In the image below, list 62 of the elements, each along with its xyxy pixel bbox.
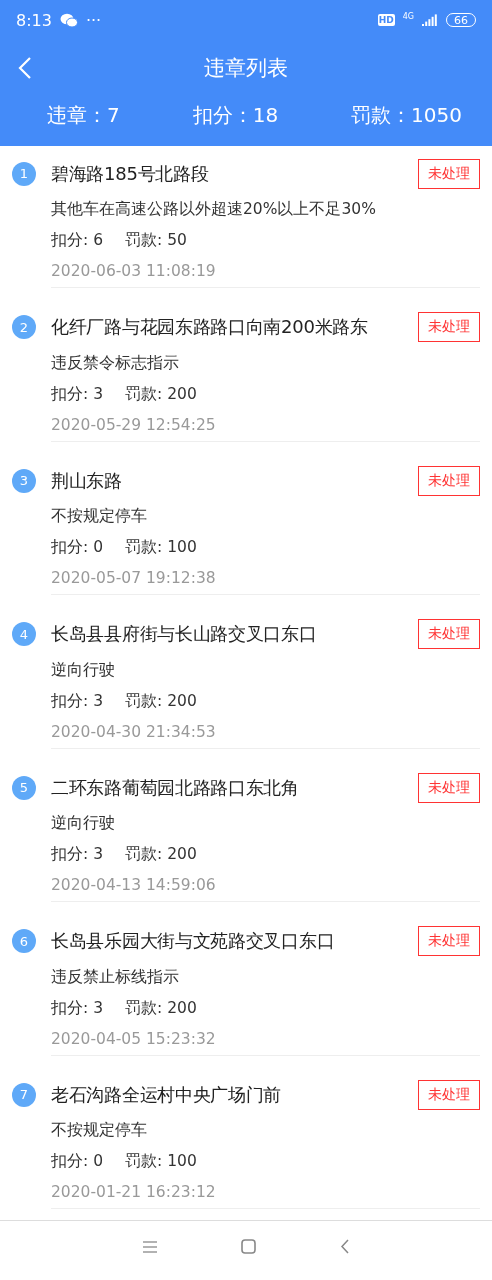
- violation-time: 2020-04-05 15:23:32: [51, 1028, 216, 1050]
- violation-description: 逆向行驶: [51, 659, 115, 681]
- status-tag: 未处理: [418, 312, 480, 343]
- violation-time: 2020-05-29 12:54:25: [51, 414, 216, 436]
- status-tag: 未处理: [418, 1079, 480, 1110]
- points-text: 扣分: 3: [51, 383, 103, 405]
- points-text: 扣分: 0: [51, 537, 103, 559]
- fine-text: 罚款: 50: [125, 230, 187, 252]
- points-text: 扣分: 3: [51, 997, 103, 1019]
- fine-text: 罚款: 200: [125, 844, 197, 866]
- violation-location: 化纤厂路与花园东路路口向南200米路东: [51, 315, 368, 340]
- points-text: 扣分: 3: [51, 690, 103, 712]
- violation-description: 不按规定停车: [51, 506, 147, 528]
- page-title: 违章列表: [204, 55, 288, 82]
- status-tag: 未处理: [418, 926, 480, 957]
- index-badge: 7: [12, 1082, 36, 1107]
- summary-stat: 罚款：1050: [351, 102, 462, 129]
- index-badge: 6: [12, 929, 36, 954]
- violation-time: 2020-06-03 11:08:19: [51, 261, 216, 283]
- fine-text: 罚款: 200: [125, 997, 197, 1019]
- violation-location: 荆山东路: [51, 468, 122, 493]
- violation-time: 2020-01-21 16:23:12: [51, 1182, 216, 1204]
- violation-description: 违反禁止标线指示: [51, 966, 179, 988]
- points-text: 扣分: 0: [51, 1151, 103, 1173]
- back-icon[interactable]: [339, 1239, 350, 1255]
- fine-text: 罚款: 200: [125, 383, 197, 405]
- status-tag: 未处理: [418, 772, 480, 803]
- fine-text: 罚款: 200: [125, 690, 197, 712]
- violation-description: 逆向行驶: [51, 813, 115, 835]
- signal-icon: [422, 14, 438, 26]
- home-icon[interactable]: [240, 1239, 256, 1255]
- network-type: 4G: [402, 12, 414, 22]
- index-badge: 1: [12, 161, 36, 186]
- violation-description: 不按规定停车: [51, 1120, 147, 1142]
- index-badge: 4: [12, 622, 36, 647]
- violation-description: 其他车在高速公路以外超速20%以上不足30%: [51, 199, 376, 221]
- violation-description: 违反禁令标志指示: [51, 352, 179, 374]
- summary-stat: 违章：7: [47, 102, 120, 129]
- status-tag: 未处理: [418, 158, 480, 189]
- violation-location: 长岛县乐园大街与文苑路交叉口东口: [51, 929, 335, 954]
- status-tag: 未处理: [418, 619, 480, 650]
- violation-time: 2020-04-30 21:34:53: [51, 721, 216, 743]
- menu-icon[interactable]: [142, 1240, 157, 1253]
- violation-time: 2020-05-07 19:12:38: [51, 568, 216, 590]
- chat-icon: [59, 12, 78, 28]
- status-time: 8:13: [16, 10, 52, 30]
- fine-text: 罚款: 100: [125, 1151, 197, 1173]
- violation-location: 老石沟路全运村中央广场门前: [51, 1082, 282, 1107]
- points-text: 扣分: 6: [51, 230, 103, 252]
- index-badge: 3: [12, 468, 36, 493]
- fine-text: 罚款: 100: [125, 537, 197, 559]
- summary-stat: 扣分：18: [192, 102, 279, 129]
- hd-indicator: HD: [377, 14, 395, 26]
- violation-time: 2020-04-13 14:59:06: [51, 875, 216, 897]
- points-text: 扣分: 3: [51, 844, 103, 866]
- violation-location: 碧海路185号北路段: [51, 161, 209, 186]
- violation-location: 长岛县县府街与长山路交叉口东口: [51, 622, 317, 647]
- status-tag: 未处理: [418, 465, 480, 496]
- more-indicator: ···: [85, 10, 102, 30]
- violation-location: 二环东路葡萄园北路路口东北角: [51, 775, 299, 800]
- index-badge: 2: [12, 315, 36, 340]
- index-badge: 5: [12, 775, 36, 800]
